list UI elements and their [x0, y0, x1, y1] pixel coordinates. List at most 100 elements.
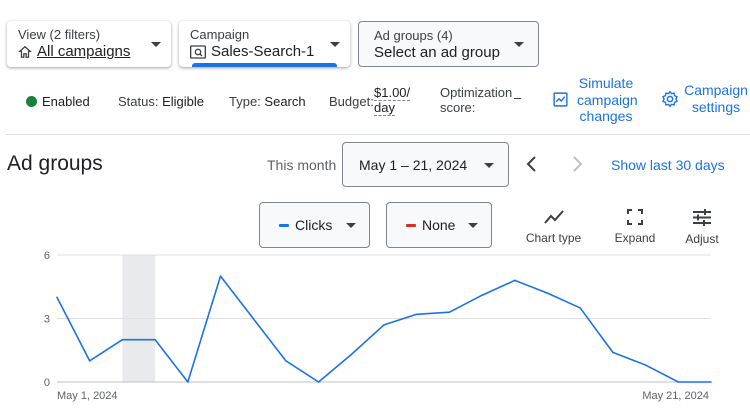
data-point — [481, 294, 483, 297]
data-point — [644, 364, 647, 366]
ad-groups-dropdown[interactable]: Ad groups (4) Select an ad group — [358, 21, 539, 67]
chevron-down-icon — [151, 42, 161, 47]
metric-1-dropdown[interactable]: Clicks — [259, 202, 370, 248]
chevron-left-icon — [526, 156, 536, 172]
enabled-dot-icon — [26, 96, 37, 107]
status-value: Eligible — [162, 94, 205, 109]
type-value: Search — [264, 94, 306, 109]
x-end-label: May 21, 2024 — [642, 390, 709, 402]
chevron-down-icon — [514, 42, 524, 47]
period-label: This month — [267, 157, 337, 173]
adjust-label: Adjust — [685, 232, 719, 246]
campaign-settings-link[interactable]: Campaign settings — [661, 82, 750, 118]
optimization-label-line1: Optimization — [440, 85, 513, 100]
home-icon — [18, 45, 32, 58]
campaign-selected-indicator — [192, 63, 337, 67]
data-point — [350, 353, 353, 356]
x-start-label: May 1, 2024 — [57, 390, 118, 402]
metric-2-label: None — [422, 217, 456, 233]
campaign-label: Campaign — [190, 27, 250, 42]
data-point — [579, 307, 581, 309]
settings-line1: Campaign — [684, 82, 748, 98]
data-point — [88, 360, 91, 362]
metric-1-color-swatch — [279, 224, 289, 227]
section-divider — [6, 134, 750, 135]
ad-groups-label: Ad groups (4) — [374, 28, 453, 43]
budget-label: Budget: — [329, 94, 374, 109]
budget-value-unit: day — [374, 100, 395, 116]
data-point — [285, 360, 287, 362]
optimization-label-line2: score: — [440, 100, 476, 115]
previous-period-button[interactable] — [524, 156, 540, 172]
data-point — [56, 296, 58, 299]
chevron-down-icon — [330, 42, 340, 47]
data-point — [677, 381, 680, 383]
simulate-line2: campaign — [577, 91, 638, 108]
data-point — [219, 275, 222, 277]
data-point — [252, 317, 254, 320]
chart-type-icon — [543, 210, 564, 224]
y-tick-label: 3 — [44, 314, 50, 326]
next-period-button[interactable] — [569, 156, 585, 172]
campaign-dropdown[interactable]: Campaign Sales-Search-1 — [179, 21, 350, 67]
ad-groups-value: Select an ad group — [374, 44, 500, 61]
show-last-30-days-link[interactable]: Show last 30 days — [611, 157, 725, 173]
chart-type-label: Chart type — [525, 231, 582, 245]
simulate-changes-link[interactable]: Simulate campaign changes — [552, 75, 662, 124]
type-label: Type: — [229, 94, 261, 109]
data-point — [448, 311, 451, 313]
simulate-line3: changes — [579, 108, 633, 124]
chevron-down-icon — [468, 223, 478, 228]
view-filter-value: All campaigns — [18, 43, 130, 60]
clicks-line-chart: 6 3 0 May 1, 2024 May 21, 2024 — [44, 250, 712, 402]
eligibility-status: Status: Eligible — [118, 94, 204, 109]
budget-value-amount: $1.00/ — [374, 85, 411, 101]
gear-icon — [662, 90, 678, 108]
simulate-line1: Simulate — [578, 75, 634, 91]
status-label: Status: — [118, 94, 159, 109]
campaign-type: Type: Search — [229, 94, 306, 109]
data-point — [612, 351, 614, 354]
campaign-text: Sales-Search-1 — [211, 43, 315, 60]
data-point — [383, 324, 385, 326]
optimization-score-label: Optimization score: — [440, 85, 512, 115]
metric-2-color-swatch — [406, 224, 416, 227]
page-title: Ad groups — [7, 152, 103, 175]
data-point — [121, 338, 124, 341]
settings-line2: settings — [691, 98, 741, 115]
view-filter-dropdown[interactable]: View (2 filters) All campaigns — [7, 21, 171, 67]
data-point — [514, 279, 516, 282]
view-filter-text: All campaigns — [37, 43, 131, 60]
data-point — [187, 381, 189, 383]
data-point — [317, 381, 320, 383]
campaign-status-row: Enabled Status: Eligible Type: Search Bu… — [0, 75, 750, 124]
view-filter-label: View (2 filters) — [18, 27, 101, 42]
data-point — [415, 313, 418, 316]
search-campaign-icon — [190, 44, 206, 59]
budget-value[interactable]: $1.00/ day — [374, 85, 411, 116]
date-range-value: May 1 – 21, 2024 — [359, 157, 468, 173]
enabled-label: Enabled — [42, 94, 90, 109]
data-point — [546, 292, 549, 294]
adjust-button[interactable]: Adjust — [677, 209, 727, 246]
adjust-icon — [693, 209, 711, 226]
chart-line-icon — [553, 92, 568, 107]
date-range-dropdown[interactable]: May 1 – 21, 2024 — [342, 142, 509, 187]
y-tick-label: 0 — [44, 377, 50, 389]
y-tick-label: 6 — [44, 250, 50, 262]
settings-text: Campaign settings — [683, 82, 749, 115]
expand-icon — [627, 209, 643, 225]
enabled-status: Enabled — [26, 94, 90, 109]
chevron-right-icon — [573, 156, 583, 172]
chart-type-button[interactable]: Chart type — [522, 209, 585, 245]
campaign-value: Sales-Search-1 — [190, 43, 314, 60]
expand-button[interactable]: Expand — [609, 209, 661, 245]
data-point — [710, 381, 712, 383]
metric-2-dropdown[interactable]: None — [386, 202, 492, 248]
metric-1-label: Clicks — [295, 217, 333, 233]
chevron-down-icon — [484, 163, 494, 168]
chevron-down-icon — [346, 223, 356, 228]
simulate-text: Simulate campaign changes — [577, 75, 638, 125]
optimization-score-value: – — [514, 90, 522, 105]
data-point — [154, 338, 156, 341]
